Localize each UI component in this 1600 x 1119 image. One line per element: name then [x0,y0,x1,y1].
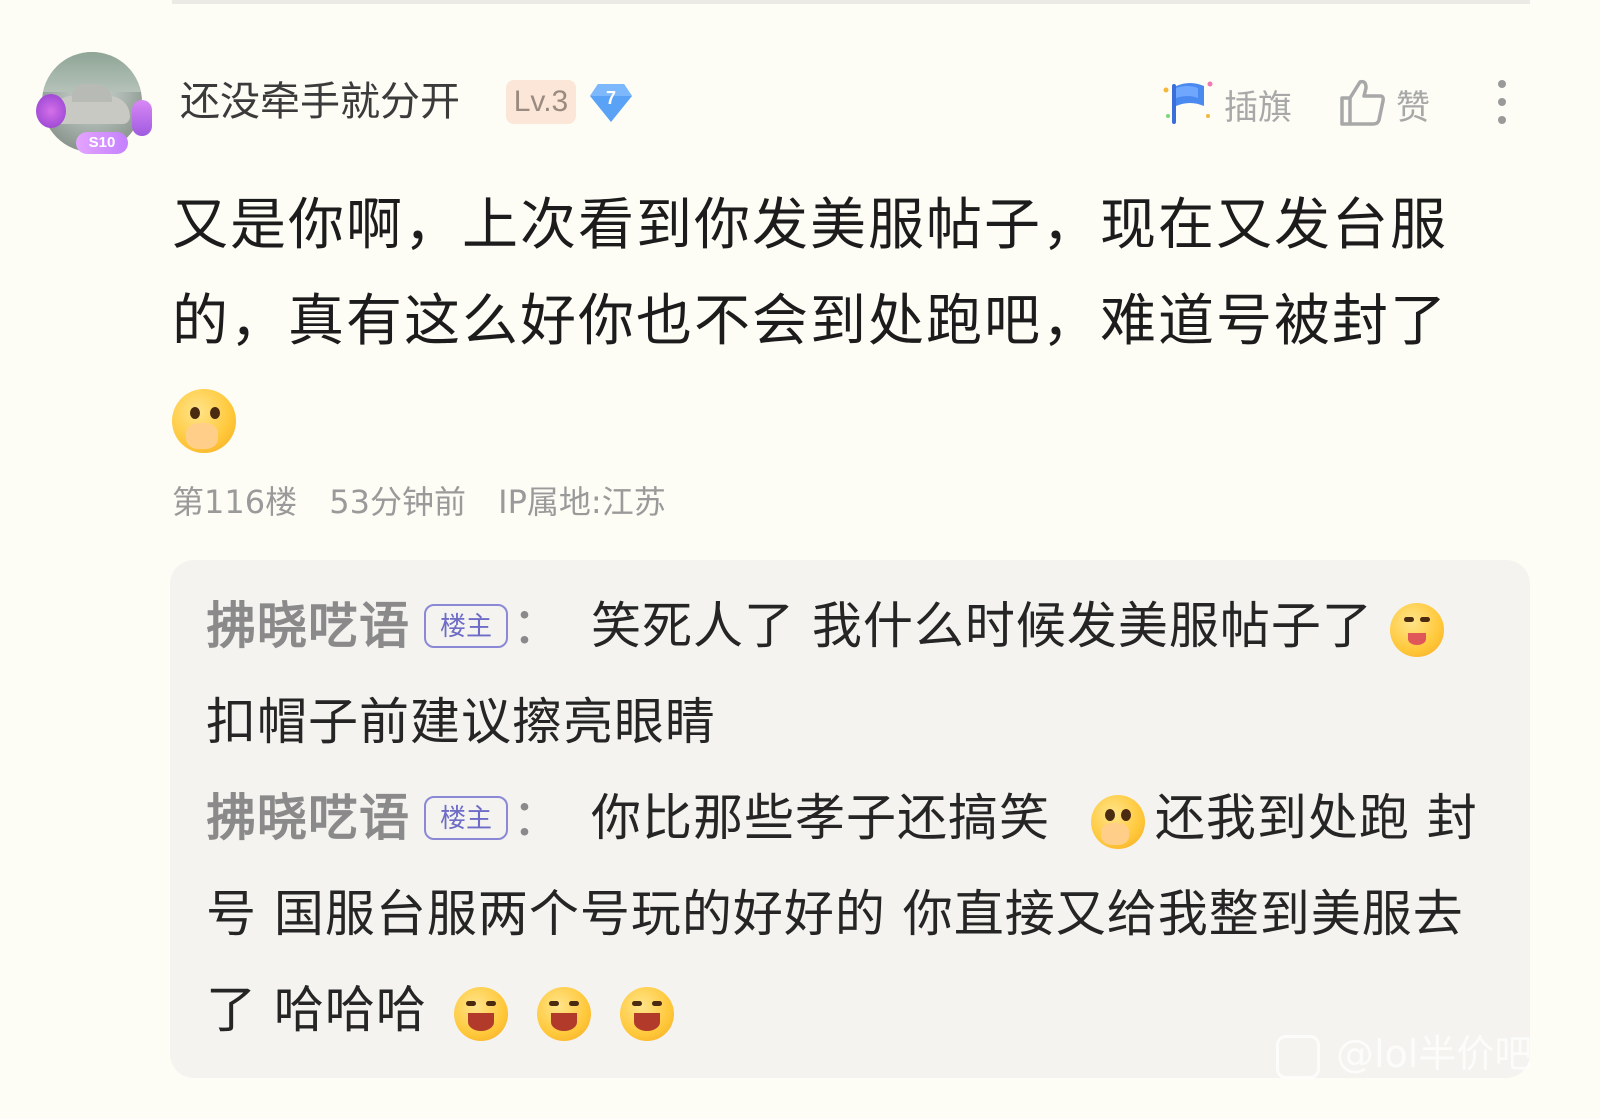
cover-mouth-emoji-icon [172,388,236,453]
avatar-season-badge: S10 [76,132,128,154]
reply-author[interactable]: 拂晓呓语 [206,789,410,847]
floor-number: 第116楼 [172,483,298,521]
post-time: 53分钟前 [329,483,466,521]
cover-mouth-emoji-icon [1090,794,1145,849]
op-tag: 楼主 [424,603,508,648]
reply-text: 扣帽子前建议擦亮眼睛 [206,693,716,751]
tongue-out-emoji-icon [1389,602,1444,657]
op-tag: 楼主 [424,795,508,840]
laughing-emoji-icon [453,986,508,1041]
comment-meta: 第116楼 53分钟前 IP属地:江苏 [172,478,688,526]
comment-text: 又是你啊，上次看到你发美服帖子，现在又发台服的，真有这么好你也不会到处跑吧，难道… [172,193,1448,354]
laughing-emoji-icon [536,986,591,1041]
diamond-level: 7 [605,88,616,108]
reply-text: 笑死人了 我什么时候发美服帖子了 [591,597,1373,655]
reply-colon: ： [512,789,563,847]
avatar-frame-decoration [132,100,152,136]
flag-label: 插旗 [1224,88,1292,128]
username[interactable]: 还没牵手就分开 [180,76,460,128]
more-icon[interactable] [1490,78,1514,126]
watermark: @lol半价吧 [1276,1026,1532,1082]
flag-icon [1163,81,1213,124]
diamond-icon: 7 [588,82,634,124]
reply-text: 你比那些孝子还搞笑 [591,789,1050,847]
level-badge: Lv.3 [506,80,576,124]
laughing-emoji-icon [619,986,674,1041]
thumbs-up-icon [1340,79,1385,126]
comment-body: 又是你啊，上次看到你发美服帖子，现在又发台服的，真有这么好你也不会到处跑吧，难道… [172,178,1532,466]
watermark-text: @lol半价吧 [1336,1032,1533,1076]
reply-item[interactable]: 拂晓呓语 楼主： 笑死人了 我什么时候发美服帖子了 扣帽子前建议擦亮眼睛 [206,578,1496,770]
like-label: 赞 [1396,88,1430,128]
avatar[interactable]: S10 [36,52,152,154]
avatar-frame-decoration [36,94,66,128]
top-divider [172,0,1530,4]
weibo-logo-icon [1276,1034,1320,1079]
reply-author[interactable]: 拂晓呓语 [206,597,410,655]
ip-location: IP属地:江苏 [498,483,666,521]
reply-item[interactable]: 拂晓呓语 楼主：你比那些孝子还搞笑 还我到处跑 封号 国服台服两个号玩的好好的 你… [206,770,1496,1058]
reply-colon: ： [512,597,563,655]
